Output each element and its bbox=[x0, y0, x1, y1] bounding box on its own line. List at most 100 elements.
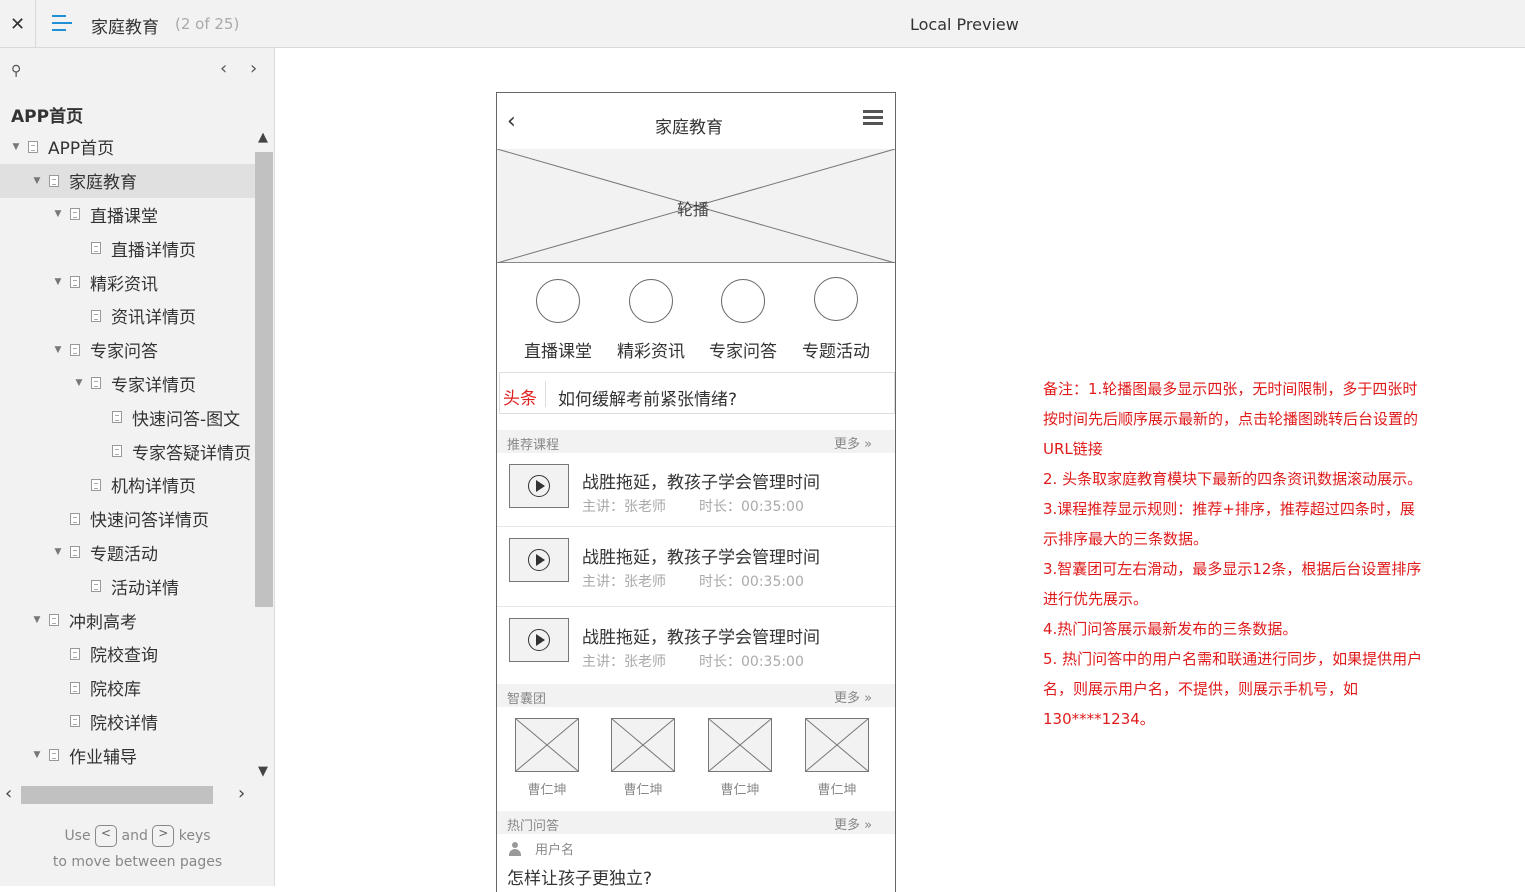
quick-link-label: 专家问答 bbox=[709, 342, 777, 362]
headline-text: 如何缓解考前紧张情绪? bbox=[558, 390, 738, 410]
search-icon[interactable]: ⚲ bbox=[11, 63, 21, 79]
expand-triangle-icon[interactable]: ▼ bbox=[53, 277, 63, 287]
expert-card[interactable]: 曹仁坤 bbox=[707, 718, 773, 798]
sitemap-item-label: 作业辅导 bbox=[69, 747, 137, 768]
carousel-label: 轮播 bbox=[676, 200, 709, 219]
qa-question[interactable]: 怎样让孩子更独立? bbox=[507, 864, 652, 889]
video-thumbnail bbox=[509, 618, 569, 662]
sitemap-item[interactable]: 活动详情 bbox=[0, 569, 255, 603]
vertical-scrollbar[interactable]: ▲ ▼ bbox=[254, 128, 274, 788]
expand-triangle-icon[interactable]: ▼ bbox=[11, 142, 21, 152]
sitemap-item[interactable]: 专家答疑详情页 bbox=[0, 434, 255, 468]
sitemap-item[interactable]: 快速问答-图文 bbox=[0, 400, 255, 434]
prev-page-icon[interactable]: ‹ bbox=[220, 58, 227, 79]
page-icon bbox=[28, 140, 38, 153]
page-icon bbox=[49, 174, 59, 187]
sitemap-item-label: 院校查询 bbox=[90, 646, 158, 667]
expand-triangle-icon[interactable]: ▼ bbox=[53, 345, 63, 355]
page-icon bbox=[70, 343, 80, 356]
sitemap-item-label: 专家详情页 bbox=[111, 375, 196, 396]
sitemap-item[interactable]: ▼ 专家详情页 bbox=[0, 367, 255, 401]
sitemap-toggle-icon[interactable] bbox=[52, 15, 74, 33]
quick-link-live[interactable]: 直播课堂 bbox=[512, 279, 604, 362]
avatar-placeholder bbox=[805, 718, 869, 772]
scroll-up-icon[interactable]: ▲ bbox=[258, 130, 268, 145]
more-link[interactable]: 更多 » bbox=[834, 433, 872, 452]
sitemap-item[interactable]: 院校库 bbox=[0, 671, 255, 705]
placeholder-cross bbox=[612, 719, 674, 771]
course-item[interactable]: 战胜拖延，教孩子学会管理时间 主讲：张老师 时长：00:35:00 bbox=[497, 454, 895, 527]
scrollbar-thumb[interactable] bbox=[255, 152, 273, 607]
expert-card[interactable]: 曹仁坤 bbox=[610, 718, 676, 798]
expand-triangle-icon[interactable]: ▼ bbox=[53, 209, 63, 219]
top-bar: ✕ 家庭教育 (2 of 25) Local Preview bbox=[0, 0, 1525, 48]
expert-card[interactable]: 曹仁坤 bbox=[514, 718, 580, 798]
page-icon bbox=[70, 276, 80, 289]
scroll-right-icon[interactable]: › bbox=[238, 783, 245, 804]
sitemap-item[interactable]: ▼ 家庭教育 bbox=[0, 163, 255, 198]
sitemap-item[interactable]: ▼ 直播课堂 bbox=[0, 198, 255, 232]
sitemap-item[interactable]: 院校查询 bbox=[0, 637, 255, 671]
sitemap-item[interactable]: ▼ 精彩资讯 bbox=[0, 265, 255, 299]
sitemap-item[interactable]: 机构详情页 bbox=[0, 468, 255, 502]
course-item[interactable]: 战胜拖延，教孩子学会管理时间 主讲：张老师 时长：00:35:00 bbox=[497, 607, 895, 687]
right-key-icon: > bbox=[152, 825, 175, 847]
more-link[interactable]: 更多 » bbox=[834, 814, 872, 833]
sitemap-item-label: APP首页 bbox=[48, 139, 115, 160]
page-icon bbox=[91, 377, 101, 390]
sitemap-item-label: 专家答疑详情页 bbox=[132, 443, 251, 464]
expand-triangle-icon[interactable]: ▼ bbox=[53, 547, 63, 557]
page-icon bbox=[70, 512, 80, 525]
more-link[interactable]: 更多 » bbox=[834, 687, 872, 706]
sitemap-item-label: 直播课堂 bbox=[90, 206, 158, 227]
carousel-placeholder[interactable]: 轮播 bbox=[497, 149, 895, 263]
page-icon bbox=[112, 411, 122, 424]
sitemap-item[interactable]: 直播详情页 bbox=[0, 231, 255, 265]
sitemap-item-label: 活动详情 bbox=[111, 578, 179, 599]
expand-triangle-icon[interactable]: ▼ bbox=[74, 378, 84, 388]
sitemap-item[interactable]: 热门问答详情 bbox=[0, 772, 255, 778]
course-meta: 主讲：张老师 时长：00:35:00 bbox=[582, 571, 804, 591]
page-count: (2 of 25) bbox=[175, 15, 240, 33]
sitemap-item-label: 直播详情页 bbox=[111, 240, 196, 261]
horizontal-scrollbar[interactable]: ‹ › bbox=[0, 783, 255, 805]
more-label: 更多 bbox=[834, 818, 861, 833]
sitemap-item[interactable]: ▼ APP首页 bbox=[0, 130, 255, 164]
video-thumbnail bbox=[509, 464, 569, 508]
headline-ticker[interactable]: 头条 如何缓解考前紧张情绪? bbox=[499, 372, 895, 414]
sitemap-item[interactable]: ▼ 专家问答 bbox=[0, 333, 255, 367]
course-item[interactable]: 战胜拖延，教孩子学会管理时间 主讲：张老师 时长：00:35:00 bbox=[497, 527, 895, 607]
expand-triangle-icon[interactable]: ▼ bbox=[32, 750, 42, 760]
expand-triangle-icon[interactable]: ▼ bbox=[32, 176, 42, 186]
sitemap-item[interactable]: 资讯详情页 bbox=[0, 299, 255, 333]
play-icon bbox=[528, 629, 550, 651]
quick-link-news[interactable]: 精彩资讯 bbox=[605, 279, 697, 362]
course-duration: 时长：00:35:00 bbox=[699, 499, 804, 515]
h-scrollbar-thumb[interactable] bbox=[21, 786, 213, 804]
quick-link-activity[interactable]: 专题活动 bbox=[790, 277, 882, 362]
hamburger-icon[interactable] bbox=[863, 110, 883, 128]
scroll-left-icon[interactable]: ‹ bbox=[5, 783, 12, 804]
course-title: 战胜拖延，教孩子学会管理时间 bbox=[582, 473, 820, 493]
expand-triangle-icon[interactable]: ▼ bbox=[32, 615, 42, 625]
scroll-down-icon[interactable]: ▼ bbox=[258, 764, 268, 779]
placeholder-cross bbox=[516, 719, 578, 771]
quick-link-expert[interactable]: 专家问答 bbox=[697, 279, 789, 362]
close-icon[interactable]: ✕ bbox=[0, 0, 36, 48]
section-title: 推荐课程 bbox=[507, 438, 560, 453]
sitemap-item[interactable]: ▼ 冲刺高考 bbox=[0, 603, 255, 637]
phone-wireframe: ‹ 家庭教育 轮播 直播课堂 精彩资讯 专家问答 专题活动 头条 如何缓解考前紧… bbox=[496, 92, 896, 892]
expert-name: 曹仁坤 bbox=[623, 783, 663, 798]
note-line: 4.热门问答展示最新发布的三条数据。 bbox=[1043, 620, 1298, 638]
more-label: 更多 bbox=[834, 691, 861, 706]
phone-title: 家庭教育 bbox=[655, 118, 723, 138]
expert-card[interactable]: 曹仁坤 bbox=[804, 718, 870, 798]
sitemap-item[interactable]: ▼ 专题活动 bbox=[0, 536, 255, 570]
sitemap-item[interactable]: 院校详情 bbox=[0, 705, 255, 739]
next-page-icon[interactable]: › bbox=[250, 58, 257, 79]
sitemap-item-label: 资讯详情页 bbox=[111, 308, 196, 329]
sitemap-item[interactable]: 快速问答详情页 bbox=[0, 502, 255, 536]
double-chevron-icon: » bbox=[864, 818, 873, 833]
sitemap-item[interactable]: ▼ 作业辅导 bbox=[0, 738, 255, 772]
quick-link-label: 精彩资讯 bbox=[617, 342, 685, 362]
